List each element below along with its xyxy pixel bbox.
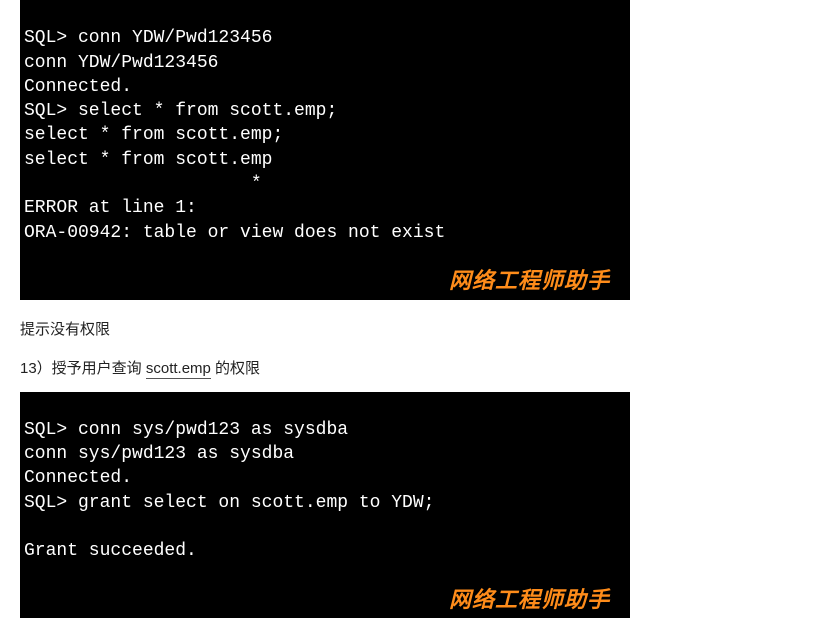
- term1-line-6: select * from scott.emp: [24, 150, 272, 170]
- term2-line-4: SQL> grant select on scott.emp to YDW;: [24, 493, 434, 513]
- page-content: SQL> conn YDW/Pwd123456 conn YDW/Pwd1234…: [0, 0, 828, 618]
- term1-line-8: ERROR at line 1:: [24, 198, 197, 218]
- term1-line-4: SQL> select * from scott.emp;: [24, 101, 337, 121]
- watermark-2: 网络工程师助手: [449, 585, 610, 615]
- term1-line-5: select * from scott.emp;: [24, 125, 283, 145]
- caption-no-permission: 提示没有权限: [20, 318, 808, 339]
- term2-line-5: [24, 517, 35, 537]
- term1-line-2: conn YDW/Pwd123456: [24, 53, 218, 73]
- step13-prefix: 13）授予用户查询: [20, 360, 146, 377]
- term1-line-7: *: [24, 174, 262, 194]
- term2-line-1: SQL> conn sys/pwd123 as sysdba: [24, 420, 348, 440]
- step13-suffix: 的权限: [211, 360, 260, 377]
- term1-line-3: Connected.: [24, 77, 132, 97]
- step-13-title: 13）授予用户查询 scott.emp 的权限: [20, 357, 808, 378]
- term1-line-9: ORA-00942: table or view does not exist: [24, 223, 445, 243]
- term1-line-1: SQL> conn YDW/Pwd123456: [24, 28, 272, 48]
- step13-scott-emp: scott.emp: [146, 360, 211, 379]
- watermark-1: 网络工程师助手: [449, 266, 610, 296]
- terminal-block-2: SQL> conn sys/pwd123 as sysdba conn sys/…: [20, 392, 630, 618]
- term2-line-6: Grant succeeded.: [24, 541, 197, 561]
- terminal-block-1: SQL> conn YDW/Pwd123456 conn YDW/Pwd1234…: [20, 0, 630, 300]
- term2-line-3: Connected.: [24, 468, 132, 488]
- term2-line-2: conn sys/pwd123 as sysdba: [24, 444, 294, 464]
